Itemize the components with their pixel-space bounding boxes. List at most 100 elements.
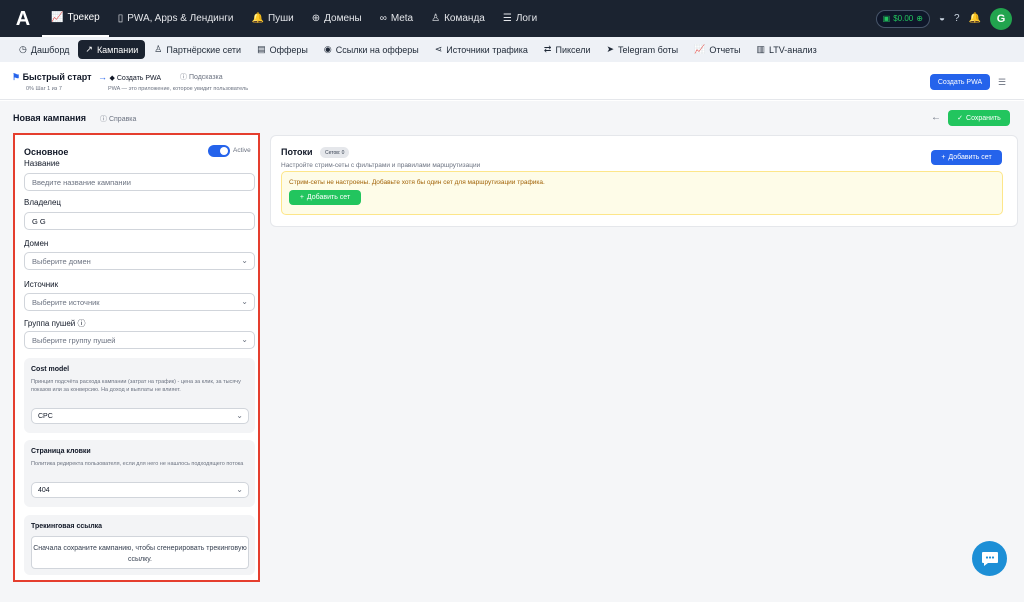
active-toggle[interactable]	[208, 145, 230, 157]
warning-add-set-button[interactable]: + Добавить сет	[289, 190, 361, 205]
name-label: Название	[24, 159, 60, 168]
bell-icon: 🔔	[251, 13, 264, 24]
subnav-item-partner-networks[interactable]: ♙ Партнёрские сети	[147, 40, 248, 59]
section-title: Основное	[24, 147, 69, 157]
topnav-item-meta[interactable]: ∞ Meta	[371, 0, 422, 37]
subnav-item-label: Офферы	[269, 44, 308, 55]
source-placeholder: Выберите источник	[32, 297, 100, 307]
bar-chart-icon: ▥	[756, 44, 765, 54]
topnav-item-label: Трекер	[67, 12, 100, 23]
app-logo[interactable]: A	[12, 8, 34, 30]
sub-navbar: ◷ Дашборд ↗ Кампании ♙ Партнёрские сети ▤ Оф…	[0, 37, 1024, 62]
topnav-item-logs[interactable]: ☰ Логи	[494, 0, 546, 37]
subnav-item-telegram-bots[interactable]: ➤ Telegram боты	[600, 40, 686, 59]
question-icon: ⓘ	[100, 116, 109, 123]
tracking-title: Трекинговая ссылка	[31, 523, 103, 530]
topnav-item-pushes[interactable]: 🔔 Пуши	[243, 0, 303, 37]
help-icon[interactable]: ⓘ	[77, 319, 85, 328]
subnav-item-label: Отчеты	[709, 44, 741, 55]
plus-icon: +	[299, 194, 304, 201]
quickstart-step-desc: PWA — это приложение, которое увидит пол…	[108, 86, 249, 92]
globe-icon: ⊕	[311, 13, 321, 24]
help-icon[interactable]: ?	[954, 13, 960, 24]
add-set-button[interactable]: + Добавить сет	[931, 150, 1002, 165]
help-link[interactable]: ⓘ Справка	[100, 114, 136, 124]
subnav-item-dashboard[interactable]: ◷ Дашборд	[12, 40, 76, 59]
tracking-link-card: Трекинговая ссылка Сначала сохраните кам…	[24, 515, 255, 575]
subnav-item-label: Пиксели	[555, 44, 591, 55]
subnav-item-label: Дашборд	[30, 44, 70, 55]
bell-icon[interactable]: 🔔	[969, 13, 981, 24]
subnav-item-offer-links[interactable]: ◉ Ссылки на офферы	[317, 40, 426, 59]
streams-desc: Настройте стрим-сеты с фильтрами и прави…	[281, 162, 481, 169]
topnav-item-label: Домены	[324, 13, 362, 24]
topnav-item-label: Команда	[444, 13, 485, 24]
create-pwa-button[interactable]: Создать PWA	[930, 74, 990, 90]
balance-badge[interactable]: ▣ $0.00 ⊕	[875, 9, 930, 28]
owner-select[interactable]: G G	[24, 212, 255, 230]
users-icon: ♙	[431, 13, 441, 24]
topnav-item-tracker[interactable]: 📈 Трекер	[42, 0, 109, 37]
wallet-icon: ▣	[882, 14, 891, 23]
sets-count-badge: Сетов: 0	[320, 147, 350, 158]
pushgroup-select[interactable]: Выберите группу пушей ⌄	[24, 331, 255, 349]
save-button[interactable]: ✓ Сохранить	[948, 110, 1010, 126]
subnav-item-ltv[interactable]: ▥ LTV-анализ	[749, 40, 823, 59]
subnav-item-label: LTV-анализ	[768, 44, 817, 55]
topnav-item-domains[interactable]: ⊕ Домены	[303, 0, 371, 37]
chat-widget-button[interactable]	[972, 541, 1007, 576]
topnav-item-pwa[interactable]: ▯ PWA, Apps & Лендинги	[109, 0, 243, 37]
list-icon: ☰	[502, 13, 512, 24]
avatar[interactable]: G	[990, 7, 1012, 30]
source-label: Источник	[24, 280, 59, 289]
quickstart-title[interactable]: ⚑ Быстрый старт	[12, 72, 92, 83]
chevron-down-icon: ⌄	[241, 256, 248, 265]
check-icon: ✓	[957, 115, 964, 122]
chevron-down-icon: ⌄	[236, 411, 243, 420]
subnav-item-pixels[interactable]: ⇄ Пиксели	[537, 40, 598, 59]
domain-select[interactable]: Выберите домен ⌄	[24, 252, 255, 270]
tracking-note: Сначала сохраните кампанию, чтобы сгенер…	[31, 536, 249, 569]
phone-icon: ▯	[117, 13, 124, 24]
infinity-icon: ∞	[379, 13, 387, 24]
subnav-item-reports[interactable]: 📈 Отчеты	[687, 40, 747, 59]
pushgroup-placeholder: Выберите группу пушей	[32, 335, 116, 345]
subnav-item-label: Ссылки на офферы	[335, 44, 419, 55]
cost-model-value: CPC	[38, 412, 53, 420]
campaign-name-input[interactable]: Введите название кампании	[24, 173, 255, 191]
subnav-item-offers[interactable]: ▤ Офферы	[250, 40, 315, 59]
streams-title: Потоки	[281, 147, 313, 157]
cloak-desc: Политика редиректа пользователя, если дл…	[31, 461, 244, 467]
cost-model-select[interactable]: CPC ⌄	[31, 408, 249, 424]
domain-placeholder: Выберите домен	[32, 256, 91, 266]
user-status-icon[interactable]: ◒	[939, 13, 945, 24]
quickstart-step[interactable]: → ◆ Создать PWA	[98, 72, 161, 82]
users-icon: ♙	[154, 44, 163, 54]
quickstart-hint[interactable]: ⓘ Подсказка	[180, 72, 223, 82]
cost-model-desc: Принцип подсчёта расхода кампании (затра…	[31, 379, 241, 393]
cost-model-title: Cost model	[31, 366, 70, 373]
quickstart-step-label: Создать PWA	[116, 75, 162, 82]
topnav-item-label: Пуши	[267, 13, 294, 24]
plus-icon: +	[941, 154, 946, 161]
chevron-down-icon: ⌄	[236, 485, 243, 494]
source-select[interactable]: Выберите источник ⌄	[24, 293, 255, 311]
menu-icon[interactable]: ☰	[998, 77, 1006, 88]
owner-value: G G	[32, 216, 46, 226]
owner-label: Владелец	[24, 198, 62, 207]
external-link-icon: ↗	[85, 44, 93, 54]
chart-icon: 📈	[51, 12, 64, 23]
quickstart-title-text: Быстрый старт	[22, 72, 92, 82]
topnav-item-label: PWA, Apps & Лендинги	[127, 13, 234, 24]
cloak-select[interactable]: 404 ⌄	[31, 482, 249, 498]
topnav-item-label: Meta	[390, 13, 414, 24]
subnav-item-campaigns[interactable]: ↗ Кампании	[78, 40, 146, 59]
gift-icon: ▤	[257, 44, 266, 54]
telegram-icon: ➤	[606, 44, 615, 54]
streams-panel: Потоки Сетов: 0 Настройте стрим-сеты с ф…	[270, 135, 1018, 227]
topnav-item-team[interactable]: ♙ Команда	[422, 0, 494, 37]
subnav-item-traffic-sources[interactable]: ⋖ Источники трафика	[428, 40, 535, 59]
subnav-item-label: Источники трафика	[446, 44, 528, 55]
back-button[interactable]: ←	[928, 110, 944, 126]
chevron-down-icon: ⌄	[241, 335, 248, 344]
